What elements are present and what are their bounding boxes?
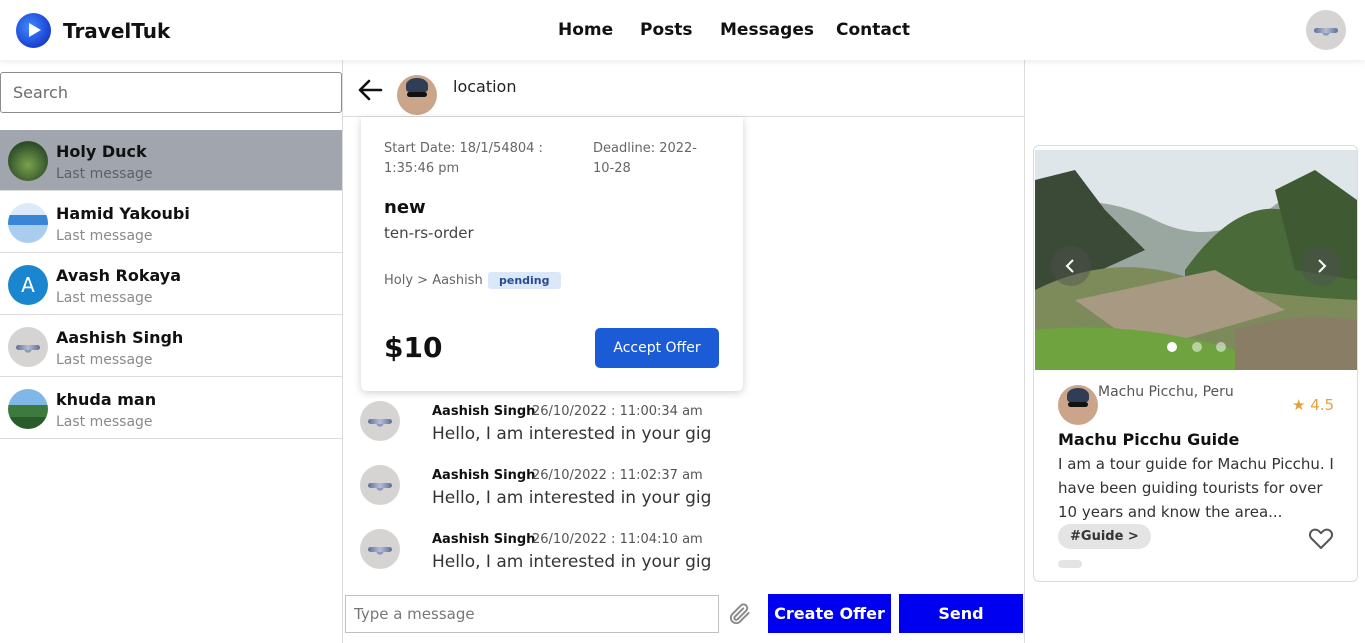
chevron-left-icon (1065, 259, 1074, 273)
message-input[interactable] (345, 595, 719, 633)
gig-card[interactable]: Machu Picchu, Peru ★ 4.5 Machu Picchu Gu… (1033, 145, 1358, 582)
top-navbar: TravelTuk Home Posts Messages Contact (0, 0, 1365, 60)
avatar-initial: A (8, 265, 48, 305)
message-text: Hello, I am interested in your gig (432, 424, 712, 444)
message-text: Hello, I am interested in your gig (432, 488, 712, 508)
chat-list-item-aashish-singh[interactable]: Aashish Singh Last message (0, 316, 342, 377)
carousel-dot[interactable] (1192, 342, 1202, 352)
chat-last-message: Last message (56, 352, 153, 368)
offer-route: Holy > Aashish (384, 273, 483, 288)
offer-deadline: Deadline: 2022-10-28 (593, 141, 697, 176)
gig-location: Machu Picchu, Peru (1098, 384, 1234, 400)
send-button[interactable]: Send (899, 594, 1023, 633)
offer-card: Start Date: 18/1/54804 : 1:35:46 pm Dead… (361, 117, 743, 391)
chat-message: Aashish Singh 26/10/2022 : 11:02:37 am H… (343, 465, 1023, 525)
nav-posts-link[interactable]: Posts (640, 20, 693, 40)
chat-message: Aashish Singh 26/10/2022 : 11:04:10 am H… (343, 529, 1023, 589)
gig-title[interactable]: Machu Picchu Guide (1058, 430, 1239, 449)
gig-image-carousel[interactable] (1035, 150, 1357, 370)
gig-rating: ★ 4.5 (1292, 396, 1335, 414)
avatar (8, 389, 48, 429)
app-title[interactable]: TravelTuk (63, 19, 170, 43)
offer-start-date: Start Date: 18/1/54804 : 1:35:46 pm (384, 141, 543, 176)
message-sender: Aashish Singh (432, 468, 536, 483)
offer-title: new (384, 197, 426, 218)
chat-list-item-khuda-man[interactable]: khuda man Last message (0, 378, 342, 439)
chat-name: Hamid Yakoubi (56, 204, 190, 223)
nav-contact-link[interactable]: Contact (836, 20, 910, 40)
carousel-next-button[interactable] (1301, 246, 1341, 286)
create-offer-button[interactable]: Create Offer (768, 594, 891, 633)
chat-last-message: Last message (56, 166, 153, 182)
paperclip-icon[interactable] (727, 601, 753, 627)
message-time: 26/10/2022 : 11:02:37 am (532, 468, 703, 483)
gig-description: I am a tour guide for Machu Picchu. I ha… (1058, 455, 1334, 521)
message-sender: Aashish Singh (432, 404, 536, 419)
guide-avatar[interactable] (1058, 385, 1098, 425)
search-input[interactable] (0, 72, 342, 113)
avatar (8, 203, 48, 243)
chat-header: location (343, 60, 1024, 117)
contact-avatar[interactable] (397, 75, 437, 115)
chat-last-message: Last message (56, 290, 153, 306)
chat-message: Aashish Singh 26/10/2022 : 11:00:34 am H… (343, 401, 1023, 461)
chat-header-title: location (453, 77, 517, 96)
sender-avatar (360, 529, 400, 569)
chat-name: Holy Duck (56, 142, 147, 161)
message-text: Hello, I am interested in your gig (432, 552, 712, 572)
avatar (8, 327, 48, 367)
message-time: 26/10/2022 : 11:00:34 am (532, 404, 703, 419)
divider (1024, 60, 1025, 643)
chat-list-item-hamid-yakoubi[interactable]: Hamid Yakoubi Last message (0, 192, 342, 253)
status-badge: pending (488, 272, 561, 289)
chat-list-item-holy-duck[interactable]: Holy Duck Last message (0, 130, 342, 191)
nav-home-link[interactable]: Home (558, 20, 613, 40)
carousel-dot[interactable] (1216, 342, 1226, 352)
chat-list-item-avash-rokaya[interactable]: A Avash Rokaya Last message (0, 254, 342, 315)
chevron-right-icon (1318, 259, 1327, 273)
user-profile-avatar[interactable] (1306, 10, 1346, 50)
traveltuk-logo-icon[interactable] (16, 13, 51, 48)
accept-offer-button[interactable]: Accept Offer (595, 328, 719, 368)
carousel-prev-button[interactable] (1051, 246, 1091, 286)
card-footer-bar (1058, 560, 1082, 568)
message-sender: Aashish Singh (432, 532, 536, 547)
heart-icon[interactable] (1308, 527, 1334, 551)
offer-subtitle: ten-rs-order (384, 224, 474, 242)
chat-last-message: Last message (56, 414, 153, 430)
avatar (8, 141, 48, 181)
offer-price: $10 (384, 331, 443, 364)
chat-name: Aashish Singh (56, 328, 184, 347)
nav-messages-link[interactable]: Messages (720, 20, 814, 40)
sender-avatar (360, 401, 400, 441)
chat-name: Avash Rokaya (56, 266, 182, 285)
carousel-dot-active[interactable] (1167, 342, 1177, 352)
chat-last-message: Last message (56, 228, 153, 244)
gig-tag[interactable]: #Guide > (1058, 524, 1151, 549)
chat-name: khuda man (56, 390, 157, 409)
back-arrow-icon[interactable] (357, 77, 383, 103)
sender-avatar (360, 465, 400, 505)
message-time: 26/10/2022 : 11:04:10 am (532, 532, 703, 547)
